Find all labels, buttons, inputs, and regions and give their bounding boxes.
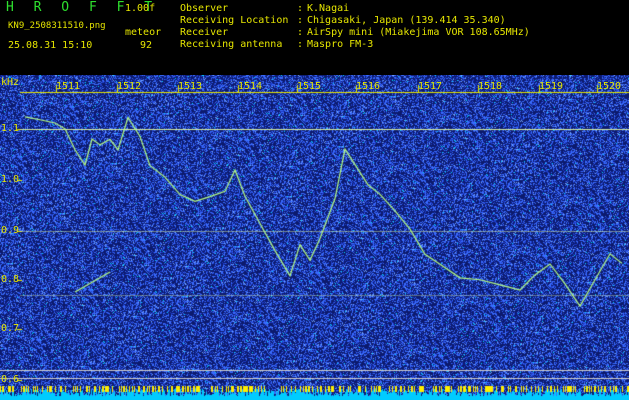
observer-value: K.Nagai — [307, 3, 350, 14]
antenna-colon: : — [297, 39, 304, 50]
y-tick-label: 0.9 — [1, 225, 20, 236]
receiver-label: Receiver — [180, 27, 229, 38]
receiver-value: AirSpy mini (Miakejima VOR 108.65MHz) — [307, 27, 530, 38]
location-value: Chigasaki, Japan (139.414 35.340) — [307, 15, 506, 26]
antenna-label: Receiving antenna — [180, 39, 283, 50]
spectrogram-canvas — [0, 75, 629, 400]
x-tick-label: 1512 — [117, 81, 142, 92]
x-tick-label: 1515 — [297, 81, 322, 92]
location-colon: : — [297, 15, 304, 26]
y-tick-label: 1.1 — [1, 123, 20, 134]
header-panel: H R O F F T 1.00f KN9_2508311510.png met… — [0, 0, 629, 75]
x-tick-label: 1511 — [56, 81, 81, 92]
y-tick-label: 0.6 — [1, 374, 20, 385]
y-axis-unit: kHz — [1, 77, 20, 88]
receiver-colon: : — [297, 27, 304, 38]
x-tick-label: 1519 — [539, 81, 564, 92]
app-version: 1.00f — [125, 3, 156, 14]
y-tick-label: 1.0 — [1, 174, 20, 185]
x-tick-label: 1516 — [356, 81, 381, 92]
file-name: KN9_2508311510.png — [8, 21, 106, 31]
antenna-value: Maspro FM-3 — [307, 39, 374, 50]
observer-label: Observer — [180, 3, 229, 14]
meteor-label: meteor — [125, 27, 162, 38]
x-tick-label: 1520 — [597, 81, 622, 92]
y-tick-label: 0.7 — [1, 323, 20, 334]
x-tick-label: 1517 — [418, 81, 443, 92]
timestamp: 25.08.31 15:10 — [8, 40, 93, 51]
meteor-count: 92 — [140, 40, 153, 51]
y-tick-label: 0.8 — [1, 274, 20, 285]
x-tick-label: 1514 — [238, 81, 263, 92]
observer-colon: : — [297, 3, 304, 14]
x-tick-label: 1513 — [178, 81, 203, 92]
location-label: Receiving Location — [180, 15, 289, 26]
x-tick-label: 1518 — [478, 81, 503, 92]
